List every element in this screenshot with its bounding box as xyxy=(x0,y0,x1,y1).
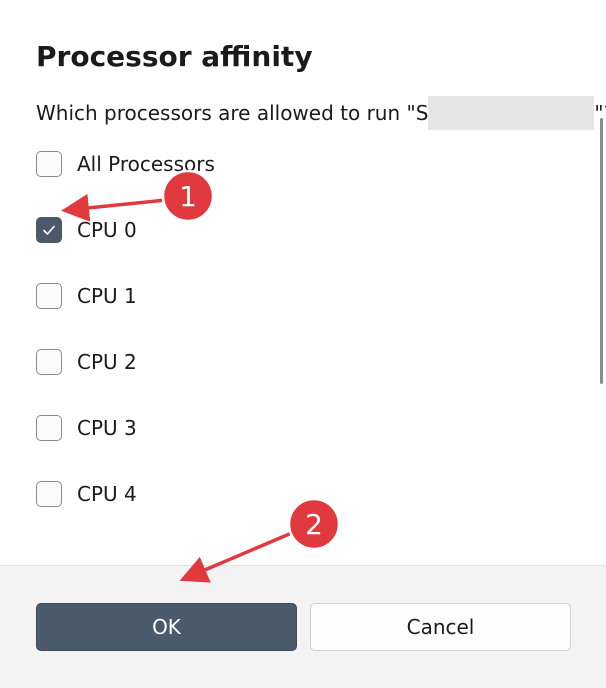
checkbox-label: CPU 2 xyxy=(77,350,137,374)
checkbox-cpu-4[interactable]: CPU 4 xyxy=(36,479,137,509)
checkbox-cpu-0[interactable]: CPU 0 xyxy=(36,215,137,245)
dialog-content: Processor affinity Which processors are … xyxy=(0,0,606,565)
checkbox-label: CPU 1 xyxy=(77,284,137,308)
dialog-question: Which processors are allowed to run "S"? xyxy=(36,96,606,130)
checkbox-box[interactable] xyxy=(36,151,62,177)
processor-affinity-dialog: Processor affinity Which processors are … xyxy=(0,0,606,688)
redacted-process-name xyxy=(428,96,595,130)
vertical-scrollbar[interactable] xyxy=(600,118,603,384)
checkbox-box[interactable] xyxy=(36,217,62,243)
dialog-footer: OK Cancel xyxy=(0,565,606,688)
checkbox-label: CPU 3 xyxy=(77,416,137,440)
checkmark-icon xyxy=(43,225,55,235)
ok-button[interactable]: OK xyxy=(36,603,297,651)
checkbox-box[interactable] xyxy=(36,283,62,309)
checkbox-label: All Processors xyxy=(77,152,215,176)
checkbox-box[interactable] xyxy=(36,349,62,375)
question-prefix: Which processors are allowed to run "S xyxy=(36,101,429,125)
checkbox-label: CPU 4 xyxy=(77,482,137,506)
checkbox-box[interactable] xyxy=(36,481,62,507)
checkbox-cpu-2[interactable]: CPU 2 xyxy=(36,347,137,377)
checkbox-all-processors[interactable]: All Processors xyxy=(36,149,215,179)
checkbox-box[interactable] xyxy=(36,415,62,441)
dialog-title: Processor affinity xyxy=(36,40,313,73)
cancel-button[interactable]: Cancel xyxy=(310,603,571,651)
checkbox-cpu-1[interactable]: CPU 1 xyxy=(36,281,137,311)
checkbox-label: CPU 0 xyxy=(77,218,137,242)
checkbox-cpu-3[interactable]: CPU 3 xyxy=(36,413,137,443)
